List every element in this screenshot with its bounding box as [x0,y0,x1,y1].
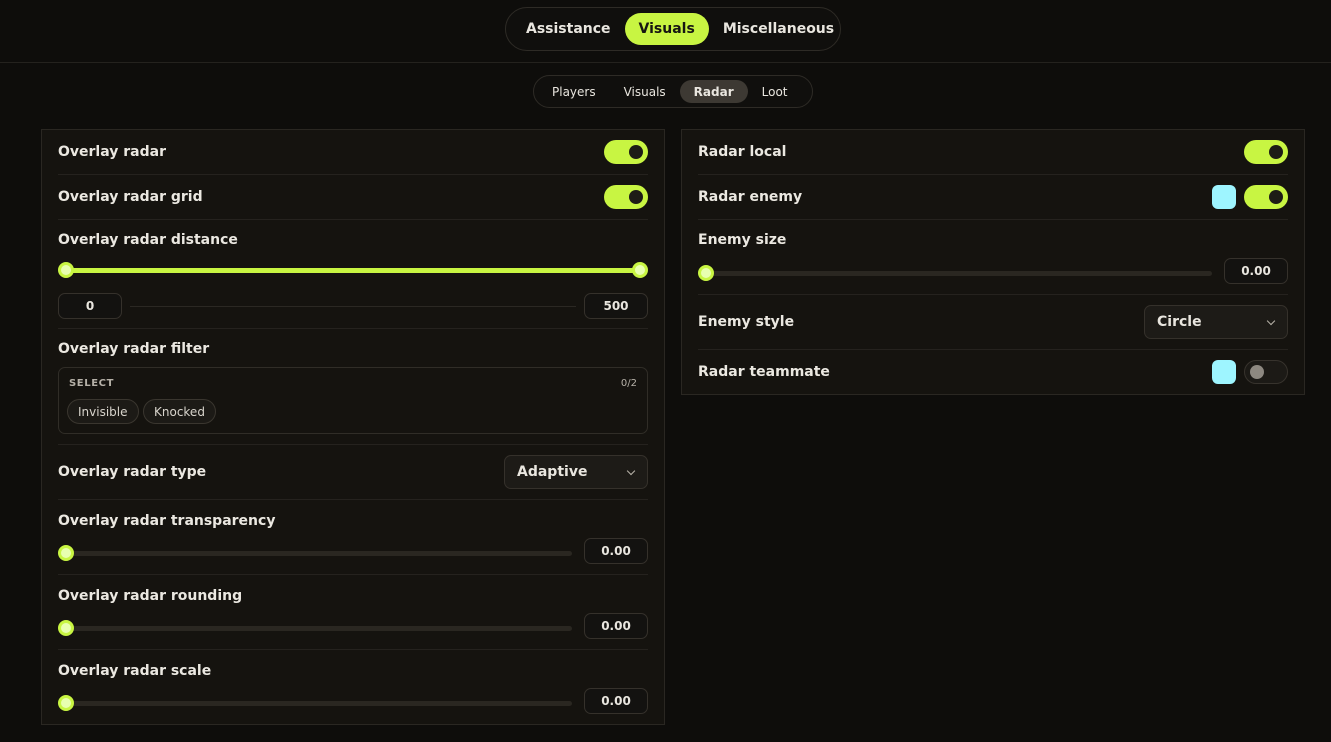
overlay-radar-rounding-row: Overlay radar rounding 0.00 [58,575,648,650]
distance-divider [130,306,576,307]
transparency-value-input[interactable]: 0.00 [584,538,648,564]
overlay-radar-panel: Overlay radar Overlay radar grid Overlay… [41,129,665,725]
overlay-radar-rounding-label: Overlay radar rounding [58,588,243,604]
overlay-radar-type-row: Overlay radar type Adaptive [58,445,648,500]
enemy-size-row: Enemy size 0.00 [698,220,1288,295]
toggle-knob [1269,190,1283,204]
enemy-style-label: Enemy style [698,314,795,330]
radar-local-row: Radar local [698,130,1288,175]
toggle-knob [1250,365,1264,379]
distance-range-track[interactable] [66,268,640,273]
overlay-radar-filter-row: Overlay radar filter SELECT 0/2 Invisibl… [58,329,648,445]
distance-range-fill [66,268,640,273]
enemy-size-value-input[interactable]: 0.00 [1224,258,1288,284]
chevron-down-icon [1266,316,1276,326]
filter-option-knocked[interactable]: Knocked [143,399,216,424]
toggle-knob [629,145,643,159]
overlay-radar-type-dropdown[interactable]: Adaptive [504,455,648,489]
filter-select-heading: SELECT [69,378,114,389]
overlay-radar-filter-select[interactable]: SELECT 0/2 Invisible Knocked [58,367,648,434]
radar-enemy-color-picker[interactable] [1212,185,1236,209]
enemy-size-slider-handle[interactable] [698,265,714,281]
radar-entities-panel: Radar local Radar enemy Enemy size 0.00 … [681,129,1305,395]
overlay-radar-grid-toggle[interactable] [604,185,648,209]
chevron-down-icon [626,466,636,476]
rounding-slider-track[interactable] [66,626,572,631]
radar-teammate-toggle[interactable] [1244,360,1288,384]
overlay-radar-row: Overlay radar [58,130,648,175]
scale-slider-handle[interactable] [58,695,74,711]
scale-value-input[interactable]: 0.00 [584,688,648,714]
subtab-visuals[interactable]: Visuals [610,80,680,103]
tab-assistance[interactable]: Assistance [512,13,625,45]
enemy-style-dropdown[interactable]: Circle [1144,305,1288,339]
overlay-radar-grid-row: Overlay radar grid [58,175,648,220]
subtab-loot[interactable]: Loot [748,80,802,103]
radar-enemy-toggle[interactable] [1244,185,1288,209]
radar-teammate-row: Radar teammate [698,350,1288,395]
overlay-radar-scale-row: Overlay radar scale 0.00 [58,650,648,725]
rounding-value-input[interactable]: 0.00 [584,613,648,639]
top-bar: Assistance Visuals Miscellaneous [0,0,1331,63]
sub-tabs: Players Visuals Radar Loot [533,75,813,108]
overlay-radar-distance-label: Overlay radar distance [58,232,238,248]
distance-max-input[interactable]: 500 [584,293,648,319]
overlay-radar-type-label: Overlay radar type [58,464,207,480]
enemy-style-value: Circle [1157,314,1202,330]
radar-teammate-label: Radar teammate [698,364,830,380]
enemy-style-row: Enemy style Circle [698,295,1288,350]
overlay-radar-distance-row: Overlay radar distance 0 500 [58,220,648,329]
overlay-radar-type-value: Adaptive [517,464,588,480]
rounding-slider-handle[interactable] [58,620,74,636]
filter-select-count: 0/2 [620,378,637,389]
subtab-players[interactable]: Players [538,80,610,103]
distance-min-input[interactable]: 0 [58,293,122,319]
overlay-radar-label: Overlay radar [58,144,166,160]
tab-miscellaneous[interactable]: Miscellaneous [709,13,848,45]
radar-teammate-color-picker[interactable] [1212,360,1236,384]
transparency-slider-track[interactable] [66,551,572,556]
overlay-radar-filter-label: Overlay radar filter [58,341,210,357]
overlay-radar-transparency-row: Overlay radar transparency 0.00 [58,500,648,575]
enemy-size-label: Enemy size [698,232,787,248]
distance-min-handle[interactable] [58,262,74,278]
scale-slider-track[interactable] [66,701,572,706]
filter-option-invisible[interactable]: Invisible [67,399,139,424]
main-tabs: Assistance Visuals Miscellaneous [505,7,841,51]
tab-visuals[interactable]: Visuals [624,13,709,45]
overlay-radar-transparency-label: Overlay radar transparency [58,513,276,529]
transparency-slider-handle[interactable] [58,545,74,561]
radar-local-label: Radar local [698,144,787,160]
enemy-size-slider-track[interactable] [706,271,1212,276]
subtab-radar[interactable]: Radar [679,80,748,103]
toggle-knob [1269,145,1283,159]
radar-enemy-row: Radar enemy [698,175,1288,220]
radar-enemy-label: Radar enemy [698,189,803,205]
radar-local-toggle[interactable] [1244,140,1288,164]
overlay-radar-toggle[interactable] [604,140,648,164]
distance-max-handle[interactable] [632,262,648,278]
toggle-knob [629,190,643,204]
overlay-radar-grid-label: Overlay radar grid [58,189,203,205]
overlay-radar-scale-label: Overlay radar scale [58,663,212,679]
